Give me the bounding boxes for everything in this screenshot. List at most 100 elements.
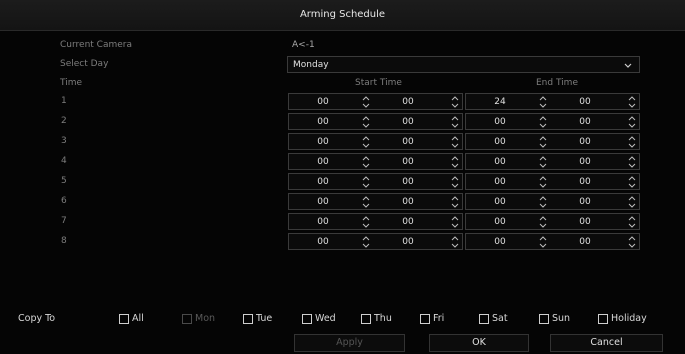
end-minute-value[interactable]: 00	[565, 117, 605, 127]
end-hour-value[interactable]: 00	[480, 117, 520, 127]
up-down-spinner-icon[interactable]	[628, 176, 636, 188]
up-down-spinner-icon[interactable]	[451, 176, 459, 188]
up-down-spinner-icon[interactable]	[539, 156, 547, 168]
end-hour-value[interactable]: 00	[480, 217, 520, 227]
end-time-field[interactable]: 00 00	[465, 213, 640, 230]
end-hour-value[interactable]: 00	[480, 177, 520, 187]
up-down-spinner-icon[interactable]	[628, 236, 636, 248]
copy-to-checkbox-all[interactable]: All	[119, 313, 144, 324]
start-time-field[interactable]: 00 00	[288, 233, 463, 250]
copy-to-checkbox-tue[interactable]: Tue	[243, 313, 272, 324]
up-down-spinner-icon[interactable]	[628, 156, 636, 168]
checkbox-icon[interactable]	[420, 313, 430, 324]
up-down-spinner-icon[interactable]	[451, 156, 459, 168]
start-minute-value[interactable]: 00	[388, 157, 428, 167]
up-down-spinner-icon[interactable]	[539, 136, 547, 148]
end-time-field[interactable]: 00 00	[465, 233, 640, 250]
up-down-spinner-icon[interactable]	[539, 176, 547, 188]
copy-to-checkbox-sun[interactable]: Sun	[539, 313, 570, 324]
start-minute-value[interactable]: 00	[388, 137, 428, 147]
up-down-spinner-icon[interactable]	[362, 116, 370, 128]
up-down-spinner-icon[interactable]	[628, 96, 636, 108]
up-down-spinner-icon[interactable]	[362, 216, 370, 228]
start-hour-value[interactable]: 00	[303, 197, 343, 207]
end-hour-value[interactable]: 24	[480, 97, 520, 107]
up-down-spinner-icon[interactable]	[628, 116, 636, 128]
checkbox-icon[interactable]	[119, 313, 129, 324]
end-minute-value[interactable]: 00	[565, 217, 605, 227]
up-down-spinner-icon[interactable]	[451, 96, 459, 108]
up-down-spinner-icon[interactable]	[451, 216, 459, 228]
end-minute-value[interactable]: 00	[565, 97, 605, 107]
end-time-field[interactable]: 00 00	[465, 173, 640, 190]
checkbox-icon[interactable]	[479, 313, 489, 324]
end-time-field[interactable]: 00 00	[465, 193, 640, 210]
up-down-spinner-icon[interactable]	[362, 96, 370, 108]
start-hour-value[interactable]: 00	[303, 137, 343, 147]
end-minute-value[interactable]: 00	[565, 157, 605, 167]
up-down-spinner-icon[interactable]	[539, 236, 547, 248]
checkbox-icon[interactable]	[361, 313, 371, 324]
start-minute-value[interactable]: 00	[388, 217, 428, 227]
end-hour-value[interactable]: 00	[480, 137, 520, 147]
end-minute-value[interactable]: 00	[565, 237, 605, 247]
checkbox-icon[interactable]	[243, 313, 253, 324]
start-hour-value[interactable]: 00	[303, 237, 343, 247]
end-minute-value[interactable]: 00	[565, 197, 605, 207]
up-down-spinner-icon[interactable]	[539, 216, 547, 228]
start-hour-value[interactable]: 00	[303, 177, 343, 187]
up-down-spinner-icon[interactable]	[362, 236, 370, 248]
up-down-spinner-icon[interactable]	[628, 196, 636, 208]
up-down-spinner-icon[interactable]	[451, 136, 459, 148]
checkbox-icon[interactable]	[598, 313, 608, 324]
start-minute-value[interactable]: 00	[388, 97, 428, 107]
up-down-spinner-icon[interactable]	[628, 216, 636, 228]
checkbox-icon[interactable]	[539, 313, 549, 324]
start-hour-value[interactable]: 00	[303, 217, 343, 227]
up-down-spinner-icon[interactable]	[362, 156, 370, 168]
apply-button[interactable]: Apply	[294, 334, 405, 352]
end-hour-value[interactable]: 00	[480, 237, 520, 247]
start-time-field[interactable]: 00 00	[288, 173, 463, 190]
start-hour-value[interactable]: 00	[303, 97, 343, 107]
start-hour-value[interactable]: 00	[303, 157, 343, 167]
start-time-field[interactable]: 00 00	[288, 193, 463, 210]
start-minute-value[interactable]: 00	[388, 117, 428, 127]
end-minute-value[interactable]: 00	[565, 177, 605, 187]
end-time-field[interactable]: 00 00	[465, 133, 640, 150]
copy-to-checkbox-sat[interactable]: Sat	[479, 313, 508, 324]
copy-to-checkbox-thu[interactable]: Thu	[361, 313, 392, 324]
start-minute-value[interactable]: 00	[388, 177, 428, 187]
start-minute-value[interactable]: 00	[388, 197, 428, 207]
up-down-spinner-icon[interactable]	[539, 116, 547, 128]
up-down-spinner-icon[interactable]	[628, 136, 636, 148]
up-down-spinner-icon[interactable]	[362, 136, 370, 148]
checkbox-icon[interactable]	[302, 313, 312, 324]
up-down-spinner-icon[interactable]	[539, 196, 547, 208]
copy-to-checkbox-wed[interactable]: Wed	[302, 313, 336, 324]
ok-button[interactable]: OK	[429, 334, 529, 352]
copy-to-checkbox-holiday[interactable]: Holiday	[598, 313, 647, 324]
copy-to-checkbox-fri[interactable]: Fri	[420, 313, 444, 324]
start-time-field[interactable]: 00 00	[288, 153, 463, 170]
end-hour-value[interactable]: 00	[480, 197, 520, 207]
up-down-spinner-icon[interactable]	[362, 196, 370, 208]
select-day-dropdown[interactable]: Monday	[287, 56, 640, 73]
end-minute-value[interactable]: 00	[565, 137, 605, 147]
start-time-field[interactable]: 00 00	[288, 213, 463, 230]
up-down-spinner-icon[interactable]	[539, 96, 547, 108]
end-time-field[interactable]: 24 00	[465, 93, 640, 110]
end-time-field[interactable]: 00 00	[465, 113, 640, 130]
start-time-field[interactable]: 00 00	[288, 133, 463, 150]
up-down-spinner-icon[interactable]	[451, 116, 459, 128]
start-minute-value[interactable]: 00	[388, 237, 428, 247]
up-down-spinner-icon[interactable]	[451, 196, 459, 208]
start-hour-value[interactable]: 00	[303, 117, 343, 127]
start-time-field[interactable]: 00 00	[288, 93, 463, 110]
cancel-button[interactable]: Cancel	[550, 334, 663, 352]
up-down-spinner-icon[interactable]	[362, 176, 370, 188]
start-time-field[interactable]: 00 00	[288, 113, 463, 130]
end-hour-value[interactable]: 00	[480, 157, 520, 167]
up-down-spinner-icon[interactable]	[451, 236, 459, 248]
end-time-field[interactable]: 00 00	[465, 153, 640, 170]
